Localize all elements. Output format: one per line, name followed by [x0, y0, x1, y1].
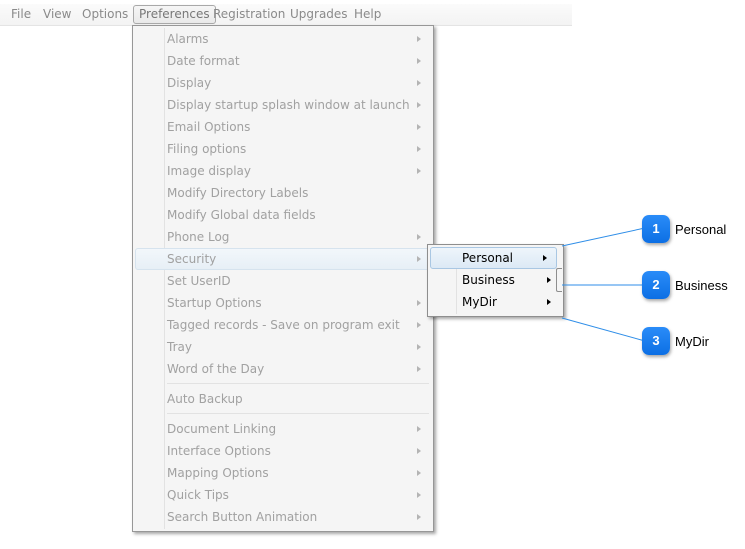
callout-badge-3: 3 — [642, 327, 670, 355]
callout-line-1 — [561, 227, 646, 247]
callout-lines — [561, 227, 646, 342]
callout-line-3 — [561, 317, 646, 342]
callout-label-1: Personal — [675, 222, 727, 237]
callout-label-3: MyDir — [675, 334, 709, 349]
callout-label-2: Business — [675, 278, 728, 293]
callout-badge-1: 1 — [642, 215, 670, 243]
callout-badge-2: 2 — [642, 271, 670, 299]
